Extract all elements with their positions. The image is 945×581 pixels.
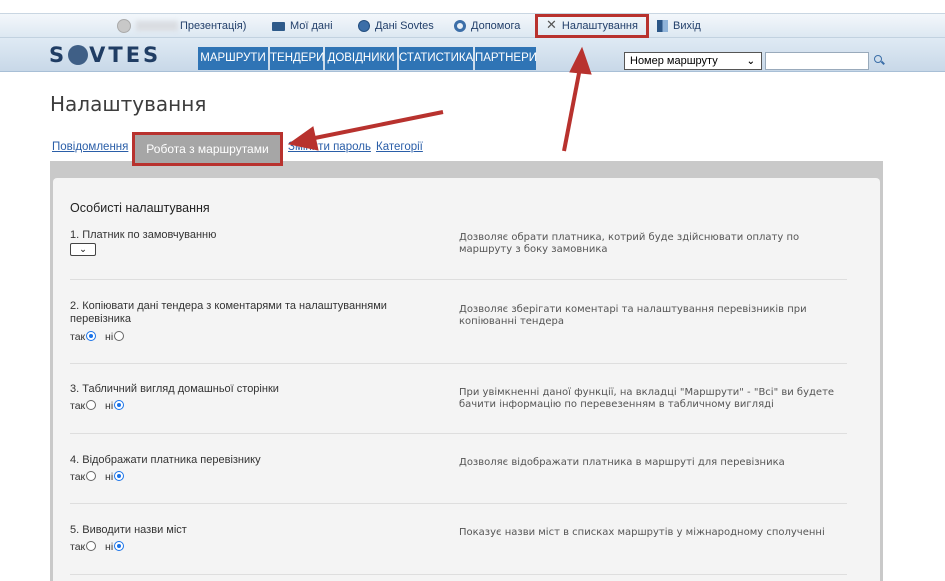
settings-link[interactable]: ✕ Налаштування bbox=[535, 14, 649, 38]
setting-options: так ні bbox=[70, 331, 130, 343]
setting-row-show-payer: 4. Відображати платника перевізнику так … bbox=[70, 454, 847, 504]
help-link[interactable]: Допомога bbox=[454, 14, 520, 38]
subtab-change-password[interactable]: Змінити пароль bbox=[288, 141, 371, 153]
sovtes-logo[interactable]: S VTES bbox=[49, 44, 161, 66]
subtab-notifications[interactable]: Повідомлення bbox=[52, 141, 128, 153]
search-type-value: Номер маршруту bbox=[630, 55, 718, 67]
yes-radio[interactable] bbox=[86, 331, 97, 341]
search-input[interactable] bbox=[765, 52, 869, 70]
no-label: ні bbox=[105, 471, 114, 483]
globe-icon bbox=[358, 20, 370, 33]
setting-question: 1. Платник по замовчуванню bbox=[70, 229, 217, 241]
nav-tab-statistics[interactable]: СТАТИСТИКА bbox=[399, 47, 473, 70]
logo-text-left: S bbox=[49, 43, 68, 67]
no-label: ні bbox=[105, 331, 114, 343]
setting-options: так ні bbox=[70, 541, 130, 553]
setting-row-city-names: 5. Виводити назви міст так ні Показує на… bbox=[70, 524, 847, 575]
nav-tab-tenders[interactable]: ТЕНДЕРИ bbox=[270, 47, 324, 70]
section-title: Особисті налаштування bbox=[70, 201, 210, 215]
id-card-icon bbox=[272, 21, 285, 31]
arrow-to-subtab-shaft bbox=[304, 110, 444, 142]
nav-tab-directories[interactable]: ДОВІДНИКИ bbox=[325, 47, 397, 70]
setting-options: так ні bbox=[70, 471, 130, 483]
logo-globe-icon bbox=[68, 45, 89, 65]
no-radio[interactable] bbox=[114, 400, 125, 410]
search-icon[interactable] bbox=[874, 55, 882, 63]
setting-options: так ні bbox=[70, 400, 130, 412]
subtab-categories[interactable]: Категорії bbox=[376, 141, 423, 153]
exit-door-icon bbox=[657, 20, 668, 33]
setting-question: 5. Виводити назви міст bbox=[70, 524, 187, 536]
blurred-username bbox=[136, 21, 178, 32]
settings-label: Налаштування bbox=[561, 20, 638, 32]
nav-tab-partners[interactable]: ПАРТНЕРИ bbox=[475, 47, 537, 70]
no-radio[interactable] bbox=[114, 471, 125, 481]
no-label: ні bbox=[105, 541, 114, 553]
sovtes-data-link[interactable]: Дані Sovtes bbox=[358, 14, 434, 38]
arrow-to-settings-shaft bbox=[562, 67, 582, 152]
exit-label: Вихід bbox=[673, 20, 701, 32]
no-radio[interactable] bbox=[114, 331, 125, 341]
setting-question: 4. Відображати платника перевізнику bbox=[70, 454, 261, 466]
setting-row-default-payer: 1. Платник по замовчуванню ⌄ Дозволяє об… bbox=[70, 229, 847, 280]
setting-row-table-view: 3. Табличний вигляд домашньої сторінки т… bbox=[70, 383, 847, 434]
yes-label: так bbox=[70, 471, 86, 483]
my-data-link[interactable]: Мої дані bbox=[272, 14, 333, 38]
yes-label: так bbox=[70, 541, 86, 553]
subtab-route-work[interactable]: Робота з маршрутами bbox=[132, 132, 283, 166]
setting-description: Дозволяє відображати платника в маршруті… bbox=[459, 457, 785, 468]
user-account-label: Презентація) bbox=[180, 20, 247, 32]
settings-panel-frame: Особисті налаштування 1. Платник по замо… bbox=[50, 161, 883, 581]
setting-description: Показує назви міст в списках маршрутів у… bbox=[459, 527, 825, 538]
default-payer-select[interactable]: ⌄ bbox=[70, 243, 96, 256]
yes-radio[interactable] bbox=[86, 541, 97, 551]
nav-tab-routes[interactable]: МАРШРУТИ bbox=[198, 47, 268, 70]
setting-question: 3. Табличний вигляд домашньої сторінки bbox=[70, 383, 279, 395]
my-data-label: Мої дані bbox=[290, 20, 333, 32]
user-account-link[interactable]: Презентація) bbox=[117, 14, 246, 38]
setting-description: Дозволяє обрати платника, котрий буде зд… bbox=[459, 232, 800, 255]
yes-label: так bbox=[70, 400, 86, 412]
yes-label: так bbox=[70, 331, 86, 343]
exit-link[interactable]: Вихід bbox=[657, 14, 701, 38]
tools-icon: ✕ bbox=[546, 17, 557, 33]
help-label: Допомога bbox=[471, 20, 521, 32]
settings-panel: Особисті налаштування 1. Платник по замо… bbox=[53, 178, 880, 581]
setting-description: Дозволяє зберігати коментарі та налаштув… bbox=[459, 304, 807, 327]
user-icon bbox=[117, 19, 131, 34]
lifebuoy-icon bbox=[454, 20, 466, 33]
setting-row-copy-tender: 2. Копіювати дані тендера з коментарями … bbox=[70, 300, 847, 364]
no-label: ні bbox=[105, 400, 114, 412]
top-utility-bar: Презентація) Мої дані Дані Sovtes Допомо… bbox=[0, 13, 945, 38]
yes-radio[interactable] bbox=[86, 471, 97, 481]
sovtes-data-label: Дані Sovtes bbox=[375, 20, 434, 32]
chevron-down-icon: ⌄ bbox=[79, 244, 87, 254]
chevron-down-icon: ⌄ bbox=[746, 56, 755, 67]
search-type-select[interactable]: Номер маршруту ⌄ bbox=[624, 52, 762, 70]
setting-description: При увімкненні даної функції, на вкладці… bbox=[459, 387, 835, 410]
yes-radio[interactable] bbox=[86, 400, 97, 410]
page-title: Налаштування bbox=[50, 92, 207, 116]
no-radio[interactable] bbox=[114, 541, 125, 551]
setting-question: 2. Копіювати дані тендера з коментарями … bbox=[70, 300, 387, 325]
logo-text-right: VTES bbox=[89, 43, 162, 67]
